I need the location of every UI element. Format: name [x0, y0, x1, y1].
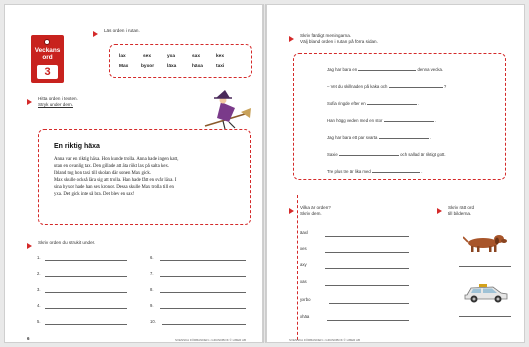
story-title: En riktig häxa	[54, 143, 100, 150]
story-line: Ibland tog hon taxi till skolan där sone…	[54, 171, 151, 176]
word-item: sex	[143, 54, 152, 59]
veckans-ord-tag: Veckans ord 3	[31, 35, 64, 83]
picture-answer-line[interactable]	[459, 266, 511, 267]
sentence: Jag har bara ett par svarta .	[327, 135, 432, 140]
word-item: lax	[119, 54, 126, 59]
page-footer: SVENSKA FÖRBANDEN • GRUNDBOK © LIBER AB	[175, 338, 246, 342]
scrambled-answer-line[interactable]	[325, 236, 409, 237]
scrambled-answer-line[interactable]	[325, 268, 409, 269]
word-item: läxa	[167, 64, 177, 69]
dachshund-icon	[463, 235, 507, 252]
answer-line-4[interactable]	[45, 308, 127, 309]
bullet-icon	[27, 243, 32, 249]
answer-line-8[interactable]	[160, 292, 246, 293]
sentence: – Vet du skillnaden på kaka och ?	[327, 84, 447, 89]
scrambled-word: xhäa	[300, 314, 310, 319]
task1-instruction: Skriv färdigt meningarna. Välj bland ord…	[300, 33, 378, 44]
word-item: taxi	[216, 64, 225, 69]
answer-number: 4.	[37, 303, 41, 308]
page-number: 6	[27, 336, 30, 341]
scrambled-answer-line[interactable]	[325, 252, 409, 253]
answer-line-5[interactable]	[45, 324, 127, 325]
page-footer: SVENSKA FÖRBANDEN • GRUNDBOK © LIBER AB	[289, 338, 360, 342]
task1-instruction: Läs orden i rutan.	[104, 28, 140, 33]
answer-number: 9.	[150, 303, 154, 308]
answer-line-1[interactable]	[45, 260, 127, 261]
task2-instruction: Vilka är orden? Skriv dem.	[300, 205, 331, 216]
blank-line[interactable]	[388, 87, 443, 88]
blank-line[interactable]	[371, 172, 420, 173]
blank-line[interactable]	[366, 104, 417, 105]
task3-instruction: Skriv orden du strukit under.	[38, 240, 96, 245]
answer-line-3[interactable]	[45, 292, 127, 293]
blank-line[interactable]	[378, 138, 429, 139]
answer-line-9[interactable]	[160, 308, 246, 309]
scrambled-word: yxrbo	[300, 297, 311, 302]
blank-line[interactable]	[358, 70, 417, 71]
story-line: sina byxor hade han sex kronor. Dessa sk…	[54, 185, 174, 190]
scrambled-answer-line[interactable]	[325, 285, 409, 286]
bullet-icon	[93, 31, 98, 37]
bullet-icon	[27, 99, 32, 105]
scrambled-answer-line[interactable]	[329, 303, 409, 304]
sentence: Sofia ringde efter en .	[327, 101, 420, 106]
scrambled-word: xes	[300, 246, 307, 251]
picture-answer-line[interactable]	[459, 316, 511, 317]
sentence: Saxie och sallad är riktigt gott.	[327, 152, 446, 157]
answer-number: 1.	[37, 255, 41, 260]
tag-number: 3	[37, 65, 58, 79]
bullet-icon	[289, 208, 294, 214]
word-item: yxa	[167, 54, 176, 59]
scrambled-word: xas	[300, 279, 307, 284]
answer-line-6[interactable]	[160, 260, 246, 261]
word-item: kex	[216, 54, 225, 59]
task3-instruction: Skriv rätt ord till bilderna.	[448, 205, 475, 216]
answer-number: 7.	[150, 271, 154, 276]
story-line: yxa. Det gick inte så bra. Det blev en s…	[54, 192, 135, 197]
sentence: Jag har bara en denna vecka.	[327, 67, 444, 72]
answer-line-10[interactable]	[162, 324, 246, 325]
answer-line-7[interactable]	[160, 276, 246, 277]
scrambled-word: axy	[300, 262, 307, 267]
story-line: Max skulle också lära sig att trolla. Ha…	[54, 178, 177, 183]
story-line: utan en ovanlig tax. Den gillade att äta…	[54, 164, 170, 169]
sentence: Tre plus tre är lika med .	[327, 169, 423, 174]
answer-line-2[interactable]	[45, 276, 127, 277]
story-line: Anna var en riktig häxa. Hon kunde troll…	[54, 157, 179, 162]
word-item: häxa	[192, 64, 203, 69]
answer-number: 10.	[150, 319, 156, 324]
sentence: Han högg veden med en stor .	[327, 118, 437, 123]
answer-number: 3.	[37, 287, 41, 292]
sentence-box: Jag har bara en denna vecka. – Vet du sk…	[293, 53, 506, 180]
bullet-icon	[437, 208, 442, 214]
blank-line[interactable]	[383, 121, 434, 122]
answer-number: 6.	[150, 255, 154, 260]
word-box: lax sex yxa sax kex Max byxor läxa häxa …	[109, 44, 252, 78]
word-item: byxor	[141, 64, 155, 69]
bullet-icon	[289, 36, 294, 42]
answer-number: 2.	[37, 271, 41, 276]
scrambled-answer-line[interactable]	[327, 320, 409, 321]
taxi-car-icon	[464, 284, 508, 303]
tag-hole-icon	[44, 39, 50, 45]
story-box: En riktig häxa Anna var en riktig häxa. …	[38, 129, 251, 225]
tag-title: Veckans ord	[34, 47, 61, 61]
word-item: Max	[119, 64, 129, 69]
scrambled-word: äaxl	[300, 230, 308, 235]
column-divider	[297, 195, 298, 342]
left-page: Veckans ord 3 Läs orden i rutan. lax sex…	[4, 4, 263, 343]
answer-number: 8.	[150, 287, 154, 292]
task2-instruction: Hitta orden i texten. Stryk under dem.	[38, 96, 78, 107]
word-item: sax	[192, 54, 201, 59]
right-page: Skriv färdigt meningarna. Välj bland ord…	[266, 4, 525, 343]
blank-line[interactable]	[338, 155, 399, 156]
answer-number: 5.	[37, 319, 41, 324]
